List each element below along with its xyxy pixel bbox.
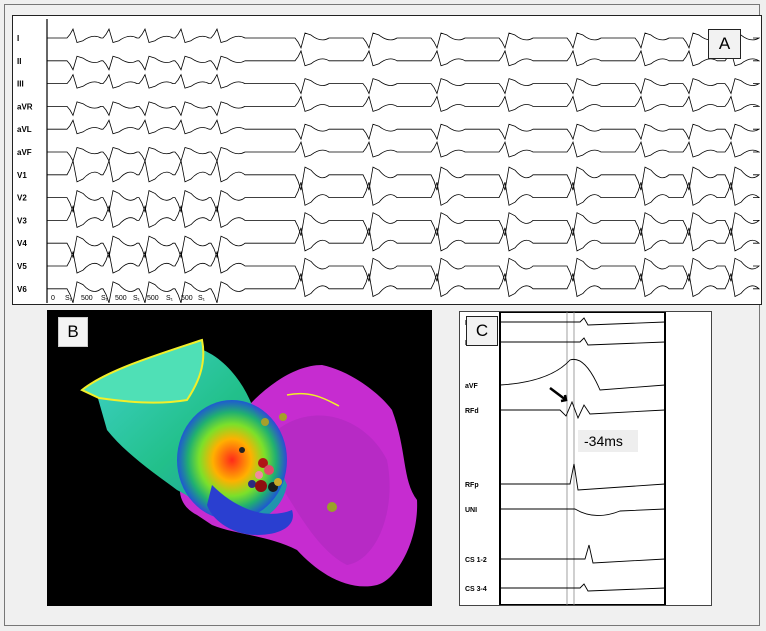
- lead-label: V2: [17, 194, 27, 203]
- timeline-label: S₁: [198, 295, 206, 302]
- timeline-label: 0: [51, 295, 55, 302]
- lead-trace: [47, 27, 761, 50]
- lead-trace: [47, 250, 760, 282]
- interval-annotation: -34ms: [584, 433, 623, 449]
- channel-trace: [500, 337, 666, 346]
- lead-label: II: [17, 57, 21, 66]
- lead-label: aVR: [17, 102, 33, 111]
- lead-trace: [47, 227, 760, 259]
- lead-trace: [47, 119, 761, 141]
- timeline-label: S₁: [65, 295, 73, 302]
- channel-trace: [500, 317, 666, 326]
- channel-trace: [499, 358, 666, 391]
- lead-trace: [47, 159, 760, 191]
- timeline-label: S₁: [166, 295, 174, 302]
- timeline-label: 500: [181, 295, 193, 302]
- channel-label: CS 3-4: [465, 586, 487, 593]
- lead-trace: [47, 73, 761, 95]
- lead-label: aVF: [17, 148, 32, 157]
- panel-label-c: C: [466, 316, 498, 346]
- electrogram-panel: IIIIaVFRFdRFpUNICS 1-2CS 3-4-34ms: [459, 311, 712, 606]
- timeline-label: S₁: [101, 295, 109, 302]
- panel-label-b: B: [58, 317, 88, 347]
- channel-label: aVF: [465, 383, 479, 390]
- channel-label: CS 1-2: [465, 557, 487, 564]
- ecg-traces: IIIIIIaVRaVLaVFV1V2V3V4V5V60 S₁ 500 S₁ 500 S₁…: [17, 19, 761, 305]
- lead-trace: [47, 204, 760, 236]
- lead-label: III: [17, 80, 24, 89]
- lead-trace: [47, 182, 760, 214]
- lead-label: V5: [17, 262, 27, 271]
- lead-trace: [47, 140, 761, 163]
- arrow-icon: [549, 387, 568, 403]
- channel-label: RFp: [465, 482, 479, 489]
- timeline-label: 500: [115, 295, 127, 302]
- lead-label: V4: [17, 239, 27, 248]
- activation-map-panel: [47, 310, 432, 606]
- channel-label: RFd: [465, 408, 479, 415]
- tube-opening-outline: [80, 338, 205, 404]
- activation-map: [80, 338, 418, 587]
- channel-trace: [500, 583, 666, 592]
- lead-trace: [47, 95, 761, 117]
- panel-label-a: A: [708, 29, 741, 59]
- lead-trace: [47, 49, 761, 71]
- lead-label: V1: [17, 171, 27, 180]
- channel-trace: [500, 508, 666, 516]
- timeline-label: 500: [147, 295, 159, 302]
- timeline-label: 500: [81, 295, 93, 302]
- channel-label: UNI: [465, 507, 477, 514]
- ecg-panel: I II III aVR aVL aVF V1 V2 V3 V4 V5 V6 0 S₁ 500 S₁ 500 S₁…: [12, 15, 762, 305]
- channel-trace: [500, 544, 666, 564]
- lead-label: aVL: [17, 125, 32, 134]
- timeline-label: S₁: [133, 295, 141, 302]
- lead-label: I: [17, 34, 19, 43]
- electrogram-traces: IIIIaVFRFdRFpUNICS 1-2CS 3-4-34ms: [465, 311, 666, 606]
- lead-label: V3: [17, 216, 27, 225]
- lead-label: V6: [17, 285, 27, 294]
- channel-trace: [500, 400, 666, 420]
- channel-trace: [500, 463, 666, 491]
